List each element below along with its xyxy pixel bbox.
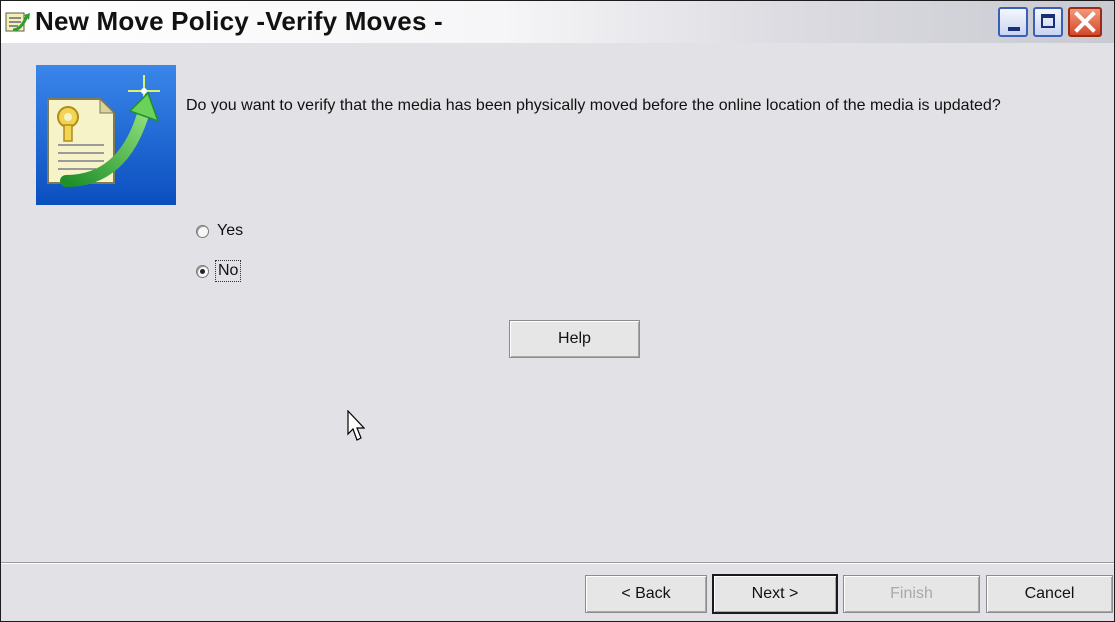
document-key-arrow-icon [36,65,176,205]
window-title: New Move Policy -Verify Moves - [35,6,443,36]
radio-option-yes[interactable]: Yes [196,220,243,242]
maximize-button[interactable] [1033,7,1063,37]
maximize-icon [1041,14,1055,28]
app-icon [5,12,30,32]
no-radio[interactable] [196,264,209,278]
cancel-button[interactable]: Cancel [986,575,1113,613]
help-button[interactable]: Help [509,320,640,358]
radio-option-no[interactable]: No [196,260,242,282]
minimize-button[interactable] [998,7,1028,37]
yes-radio[interactable] [196,224,209,238]
no-label[interactable]: No [214,260,242,282]
minimize-icon [1008,27,1020,31]
yes-label[interactable]: Yes [217,222,243,240]
title-bar[interactable]: New Move Policy -Verify Moves - [1,1,1114,43]
close-icon [1074,11,1096,33]
mouse-pointer-icon [347,410,365,441]
verify-question: Do you want to verify that the media has… [186,97,1001,114]
footer-separator [1,562,1114,564]
wizard-window: New Move Policy -Verify Moves - Do you w… [0,0,1115,622]
close-button[interactable] [1068,7,1102,37]
next-button[interactable]: Next > [712,574,838,614]
finish-button[interactable]: Finish [843,575,980,613]
back-button[interactable]: < Back [585,575,707,613]
